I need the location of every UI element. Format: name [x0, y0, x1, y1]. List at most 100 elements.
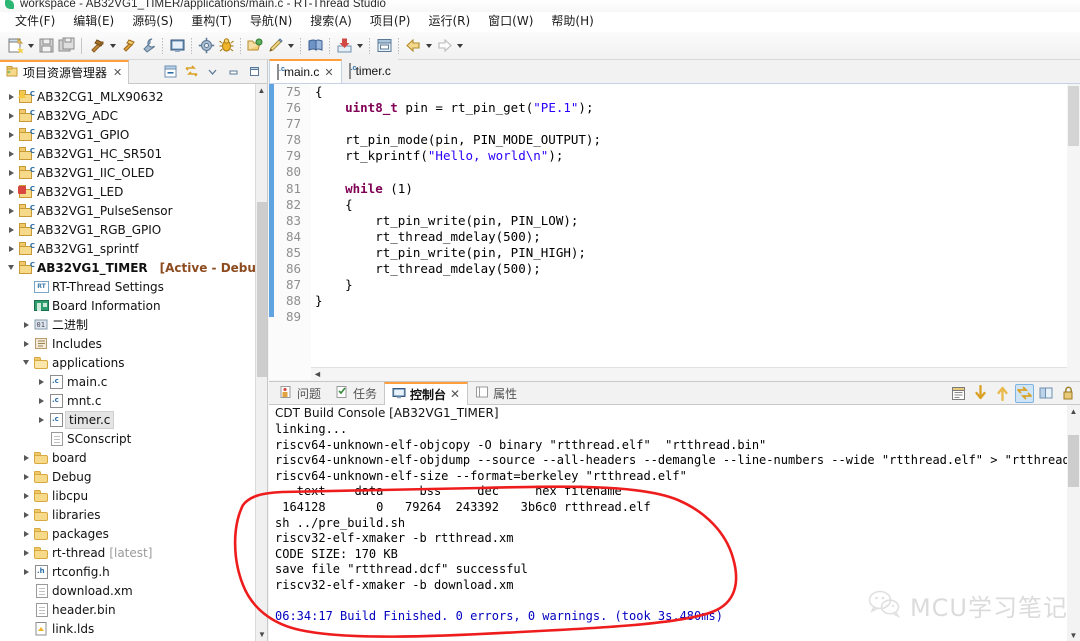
minimize-icon[interactable] — [225, 63, 242, 80]
menu-window[interactable]: 窗口(W) — [479, 12, 542, 31]
scroll-down-icon[interactable]: ▼ — [256, 628, 267, 641]
tree-item[interactable]: C AB32VG1_RGB_GPIO — [0, 220, 267, 239]
lock-console-icon[interactable] — [1059, 384, 1078, 403]
scrollbar-thumb[interactable] — [1068, 86, 1079, 146]
scroll-down-icon[interactable]: ▼ — [1067, 629, 1080, 641]
tree-item[interactable]: C AB32VG1_HC_SR501 — [0, 144, 267, 163]
chevron-down-icon[interactable] — [25, 35, 36, 57]
chevron-right-icon[interactable] — [4, 94, 18, 100]
tree-item[interactable]: packages — [0, 524, 267, 543]
book-icon[interactable] — [305, 35, 325, 57]
chevron-right-icon[interactable] — [4, 132, 18, 138]
editor-horizontal-scrollbar[interactable]: ◄ — [311, 367, 1067, 380]
chevron-right-icon[interactable] — [19, 550, 33, 556]
menu-file[interactable]: 文件(F) — [6, 12, 64, 31]
chevron-right-icon[interactable] — [4, 151, 18, 157]
tree-item[interactable]: Includes — [0, 334, 267, 353]
chevron-right-icon[interactable] — [34, 417, 48, 423]
display-selected-console-icon[interactable] — [949, 384, 968, 403]
chevron-down-icon[interactable] — [454, 35, 465, 57]
console-tab-3[interactable]: 属性 — [468, 382, 524, 405]
editor-tab-timer-c[interactable]: .c timer.c — [341, 59, 398, 83]
archive-icon[interactable] — [374, 35, 394, 57]
pencil-icon[interactable] — [265, 35, 285, 57]
console-tab-2[interactable]: 控制台 ✕ — [384, 381, 469, 405]
tree-item[interactable]: SConscript — [0, 429, 267, 448]
view-menu-icon[interactable] — [204, 63, 221, 80]
tree-item[interactable]: C AB32VG1_GPIO — [0, 125, 267, 144]
chevron-right-icon[interactable] — [19, 531, 33, 537]
editor-vertical-scrollbar[interactable] — [1067, 84, 1080, 380]
collapse-all-icon[interactable] — [162, 63, 179, 80]
chevron-down-icon[interactable] — [423, 35, 434, 57]
chevron-right-icon[interactable] — [19, 474, 33, 480]
menu-navigate[interactable]: 导航(N) — [241, 12, 301, 31]
menu-search[interactable]: 搜索(A) — [301, 12, 361, 31]
tree-item[interactable]: header.bin — [0, 600, 267, 619]
console-scrollbar[interactable]: ▲ ▼ — [1067, 405, 1080, 641]
tree-item[interactable]: Board Information — [0, 296, 267, 315]
save-icon[interactable] — [36, 35, 56, 57]
tree-item[interactable]: C AB32VG1_IIC_OLED — [0, 163, 267, 182]
chevron-right-icon[interactable] — [19, 512, 33, 518]
chevron-down-icon[interactable] — [354, 35, 365, 57]
chevron-down-icon[interactable] — [285, 35, 296, 57]
new-file-icon[interactable] — [5, 35, 25, 57]
chevron-right-icon[interactable] — [4, 246, 18, 252]
menu-source[interactable]: 源码(S) — [123, 12, 182, 31]
tree-item[interactable]: .c timer.c — [0, 410, 267, 429]
open-package-icon[interactable] — [245, 35, 265, 57]
scrollbar-thumb[interactable] — [1068, 435, 1079, 487]
build-hammer-icon[interactable] — [87, 35, 107, 57]
tree-item[interactable]: .c mnt.c — [0, 391, 267, 410]
chevron-right-icon[interactable] — [19, 493, 33, 499]
chevron-right-icon[interactable] — [19, 455, 33, 461]
close-icon[interactable]: ✕ — [113, 66, 122, 79]
chevron-right-icon[interactable] — [34, 398, 48, 404]
chevron-right-icon[interactable] — [34, 379, 48, 385]
code-content[interactable]: 75{76 uint8_t pin = rt_pin_get("PE.1"); 7… — [269, 84, 601, 325]
chevron-right-icon[interactable] — [4, 189, 18, 195]
tree-item[interactable]: board — [0, 448, 267, 467]
scroll-up-icon[interactable]: ▲ — [256, 84, 267, 97]
chevron-right-icon[interactable] — [4, 208, 18, 214]
chevron-down-icon[interactable] — [19, 360, 33, 365]
chevron-right-icon[interactable] — [19, 322, 33, 328]
tree-item[interactable]: C AB32VG1_PulseSensor — [0, 201, 267, 220]
scrollbar-thumb[interactable] — [257, 202, 267, 377]
maximize-icon[interactable] — [246, 63, 263, 80]
project-tree[interactable]: C AB32CG1_MLX90632 C AB32VG_ADC C AB32VG1_GPI… — [0, 84, 267, 641]
tree-item[interactable]: .c main.c — [0, 372, 267, 391]
tree-item[interactable]: .h rtconfig.h — [0, 562, 267, 581]
chevron-right-icon[interactable] — [19, 569, 33, 575]
scroll-lock-down-icon[interactable] — [971, 384, 990, 403]
menu-run[interactable]: 运行(R) — [419, 12, 479, 31]
link-editor-icon[interactable] — [183, 63, 200, 80]
console-tab-0[interactable]: 问题 — [272, 382, 328, 405]
tree-item[interactable]: 01 二进制 — [0, 315, 267, 334]
menu-help[interactable]: 帮助(H) — [542, 12, 602, 31]
chevron-right-icon[interactable] — [4, 113, 18, 119]
project-tree-scrollbar[interactable]: ▲ ▼ — [255, 84, 267, 641]
scroll-lock-up-icon[interactable] — [993, 384, 1012, 403]
editor-tab-main-c[interactable]: .c main.c ✕ — [269, 59, 342, 83]
chevron-right-icon[interactable] — [19, 341, 33, 347]
debug-bug-icon[interactable] — [216, 35, 236, 57]
forward-arrow-icon[interactable] — [434, 35, 454, 57]
tree-item[interactable]: libraries — [0, 505, 267, 524]
tree-item[interactable]: rt-thread [latest] — [0, 543, 267, 562]
download-icon[interactable] — [334, 35, 354, 57]
scroll-up-icon[interactable]: ▲ — [1067, 405, 1080, 418]
clean-icon[interactable] — [118, 35, 138, 57]
tree-item[interactable]: C AB32CG1_MLX90632 — [0, 87, 267, 106]
editor-body[interactable]: 75{76 uint8_t pin = rt_pin_get("PE.1"); 7… — [269, 84, 1080, 380]
tree-item[interactable]: C AB32VG_ADC — [0, 106, 267, 125]
tree-item[interactable]: RT RT-Thread Settings — [0, 277, 267, 296]
menu-edit[interactable]: 编辑(E) — [64, 12, 123, 31]
tree-item[interactable]: link.lds — [0, 619, 267, 638]
scroll-left-icon[interactable]: ◄ — [313, 369, 322, 379]
close-icon[interactable]: ✕ — [450, 387, 460, 401]
tree-item[interactable]: download.xm — [0, 581, 267, 600]
pin-console-icon[interactable] — [1015, 383, 1034, 403]
settings-gear-icon[interactable] — [196, 35, 216, 57]
